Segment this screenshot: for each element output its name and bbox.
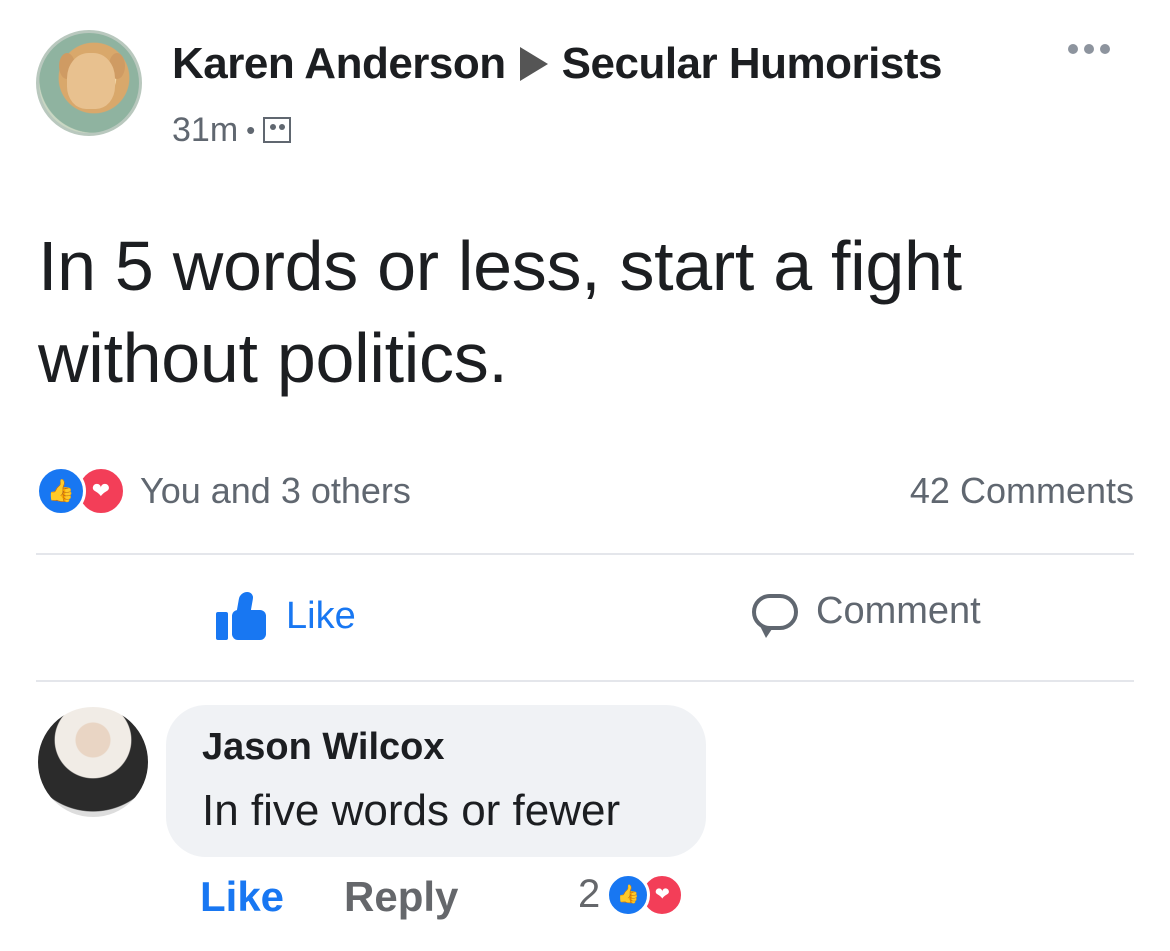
author-name[interactable]: Karen Anderson bbox=[172, 39, 506, 89]
like-button[interactable]: Like bbox=[216, 590, 356, 642]
comment-text: In five words or fewer bbox=[202, 786, 621, 835]
post-text: In 5 words or less, start a fight withou… bbox=[38, 227, 962, 397]
commenter-avatar[interactable] bbox=[38, 707, 148, 817]
author-avatar[interactable] bbox=[36, 30, 142, 136]
group-name[interactable]: Secular Humorists bbox=[562, 39, 943, 89]
comment-like-button[interactable]: Like bbox=[200, 873, 284, 921]
comment-label: Comment bbox=[816, 590, 981, 632]
comment-button[interactable]: Comment bbox=[752, 590, 981, 638]
comment-actions: Like Reply bbox=[200, 873, 458, 921]
comment-reaction-count: 2 bbox=[578, 872, 601, 916]
comment-reactions[interactable]: 2 👍 ❤ bbox=[578, 872, 685, 917]
meta-separator: • bbox=[246, 114, 256, 145]
post-time[interactable]: 31m bbox=[172, 111, 238, 150]
post-meta: 31m • bbox=[172, 110, 292, 150]
divider bbox=[36, 553, 1134, 555]
post-header: Karen Anderson Secular Humorists bbox=[172, 36, 942, 92]
commenter-name[interactable]: Jason Wilcox bbox=[202, 726, 445, 769]
thumbs-up-icon: 👍 bbox=[606, 872, 651, 917]
more-options-icon[interactable] bbox=[1068, 44, 1110, 54]
comments-count[interactable]: 42 Comments bbox=[910, 470, 1134, 512]
thumbs-up-icon bbox=[216, 590, 268, 642]
comment-reply-button[interactable]: Reply bbox=[344, 873, 458, 921]
like-label: Like bbox=[286, 594, 356, 637]
divider bbox=[36, 680, 1134, 682]
comment-bubble-icon bbox=[752, 593, 798, 638]
thumbs-up-icon: 👍 bbox=[36, 466, 86, 516]
reactions-summary[interactable]: 👍 ❤ You and 3 others bbox=[36, 466, 411, 516]
group-audience-icon bbox=[263, 117, 292, 143]
reactions-text: You and 3 others bbox=[140, 470, 411, 511]
arrow-right-icon bbox=[519, 47, 548, 81]
